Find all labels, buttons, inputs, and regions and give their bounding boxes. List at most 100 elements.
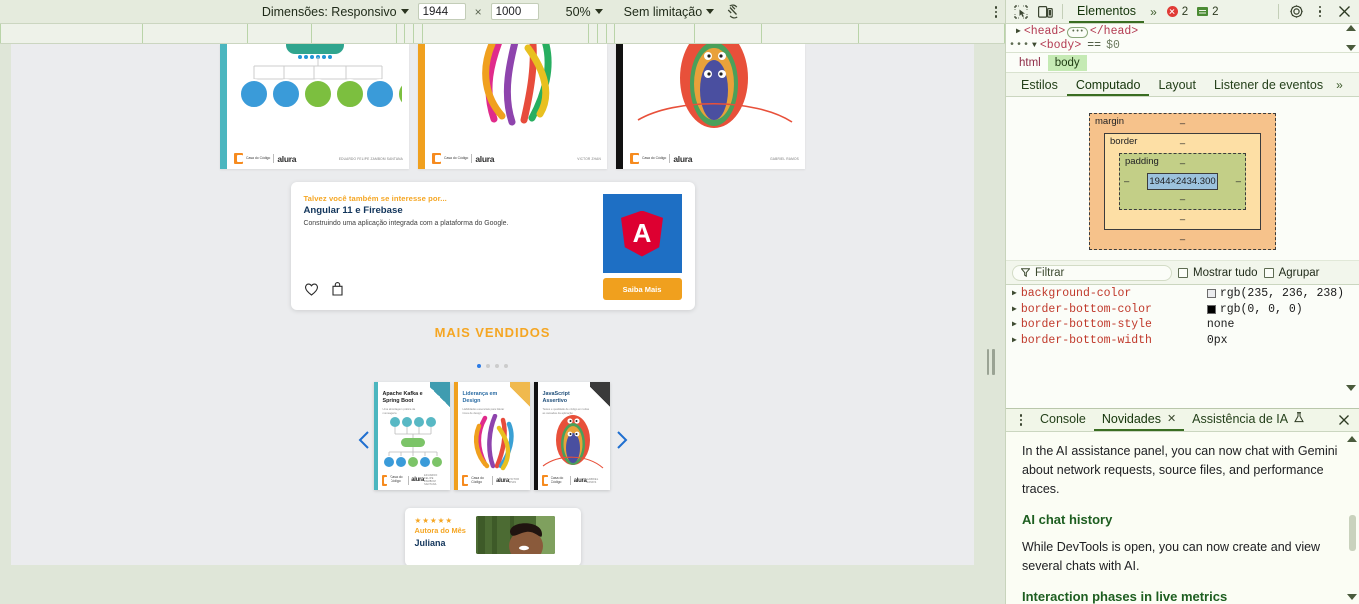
- drawer-scrollbar-thumb[interactable]: [1349, 514, 1356, 551]
- zoom-select[interactable]: 50%: [566, 5, 603, 19]
- show-all-checkbox[interactable]: Mostrar tudo: [1178, 267, 1258, 279]
- margin-bottom-value[interactable]: –: [1090, 234, 1275, 245]
- book-cover-large[interactable]: Casa do Código alura EDUARDO FELIPE ZAMB…: [220, 44, 409, 169]
- throttling-label: Sem limitação: [623, 4, 703, 19]
- device-emulation-area: Dimensões: Responsivo × 50% Sem limitaçã…: [0, 0, 1005, 604]
- property-row[interactable]: ▶ border-bottom-color rgb(0, 0, 0): [1006, 302, 1359, 318]
- filter-input[interactable]: Filtrar: [1012, 264, 1172, 281]
- collapsed-children-icon[interactable]: •••: [1067, 26, 1088, 38]
- tab-console[interactable]: Console: [1032, 409, 1094, 431]
- scroll-up-arrow[interactable]: [1346, 25, 1356, 31]
- scroll-up-arrow[interactable]: [1346, 436, 1357, 442]
- dom-node-head[interactable]: ▶ <head> ••• </head>: [1006, 25, 1359, 39]
- error-icon: [1166, 6, 1178, 17]
- author-of-month-card[interactable]: ★★★★★ Autora do Mês Juliana: [404, 508, 581, 565]
- color-swatch[interactable]: [1206, 304, 1216, 314]
- heart-icon[interactable]: [304, 282, 319, 299]
- padding-left-value[interactable]: –: [1120, 176, 1133, 187]
- book-card[interactable]: Liderança em Design Habilidades essencia…: [453, 382, 530, 490]
- viewport-height-input[interactable]: [490, 3, 539, 20]
- expand-triangle-icon[interactable]: ▶: [1012, 317, 1017, 333]
- suggestion-card: Talvez você também se interesse por... A…: [290, 182, 695, 310]
- book-author: EDUARDO FELIPE ZAMBOM SANTANA: [338, 156, 403, 161]
- book-author: EDUARDO FELIPE ZAMBOM SANTANA: [424, 474, 438, 486]
- book-card[interactable]: JavaScript Assertivo Testes e qualidade …: [533, 382, 610, 490]
- breadcrumb-item-body[interactable]: body: [1047, 54, 1087, 71]
- dom-node-body[interactable]: ••• ▼ <body> == $0: [1006, 39, 1359, 52]
- more-tabs-chevron-icon[interactable]: »: [1146, 5, 1159, 19]
- breadcrumb[interactable]: html body: [1006, 53, 1359, 73]
- throttling-select[interactable]: Sem limitação: [624, 5, 715, 19]
- whats-new-content[interactable]: In the AI assistance panel, you can now …: [1006, 432, 1359, 604]
- carousel-prev-arrow[interactable]: [357, 430, 371, 450]
- expand-triangle-icon[interactable]: ▶: [1012, 286, 1017, 302]
- viewport-width-resize-handle[interactable]: [986, 344, 995, 380]
- carousel-dot[interactable]: [504, 364, 508, 368]
- book-cover-large[interactable]: Casa do Código alura VICTOR ZHAN: [418, 44, 607, 169]
- group-checkbox[interactable]: Agrupar: [1263, 267, 1319, 279]
- collapse-triangle-icon[interactable]: ▼: [1032, 39, 1037, 52]
- device-ruler[interactable]: [0, 24, 1005, 44]
- filter-icon: [1020, 266, 1031, 280]
- more-tabs-chevron-icon[interactable]: »: [1332, 78, 1345, 92]
- expand-triangle-icon[interactable]: ▶: [1012, 302, 1017, 318]
- scroll-down-arrow[interactable]: [1346, 594, 1357, 600]
- inspect-element-icon[interactable]: [1010, 1, 1032, 23]
- box-model-margin[interactable]: margin – border – padding – – 1944×2434.…: [1089, 113, 1276, 250]
- carousel-next-arrow[interactable]: [615, 430, 629, 450]
- carousel-dot[interactable]: [495, 364, 499, 368]
- breadcrumb-item-html[interactable]: html: [1012, 55, 1048, 71]
- close-devtools-button[interactable]: [1333, 1, 1355, 23]
- dom-tree[interactable]: ▶ <head> ••• </head> ••• ▼ <body> == $0: [1006, 24, 1359, 53]
- expand-triangle-icon[interactable]: ▶: [1016, 25, 1021, 39]
- scroll-down-arrow[interactable]: [1346, 45, 1356, 51]
- box-model-border[interactable]: border – padding – – 1944×2434.300 – – –: [1104, 133, 1261, 230]
- padding-bottom-value[interactable]: –: [1120, 194, 1245, 205]
- tab-estilos[interactable]: Estilos: [1012, 73, 1067, 96]
- drawer-more-options-button[interactable]: [1010, 409, 1032, 431]
- toggle-device-toolbar-icon[interactable]: [1034, 1, 1056, 23]
- padding-right-value[interactable]: –: [1232, 176, 1245, 187]
- gear-icon[interactable]: [1285, 1, 1307, 23]
- border-bottom-value[interactable]: –: [1105, 214, 1260, 225]
- publisher-logo: Casa do Código alura: [432, 153, 494, 164]
- book-card[interactable]: Apache Kafka e Spring Boot Uma abordagem…: [373, 382, 450, 490]
- tab-computado[interactable]: Computado: [1066, 73, 1150, 96]
- device-toolbar-more-button[interactable]: [994, 0, 997, 24]
- box-model-content-size[interactable]: 1944×2434.300: [1147, 173, 1218, 190]
- whats-new-heading: Interaction phases in live metrics: [1022, 589, 1228, 604]
- book-cover-large[interactable]: Casa do Código alura GABRIEL RAMOS: [616, 44, 805, 169]
- checkbox-icon: [1178, 267, 1188, 278]
- viewport-width-input[interactable]: [417, 3, 466, 20]
- tab-listener-de-eventos[interactable]: Listener de eventos: [1205, 73, 1332, 96]
- top-book-row: Casa do Código alura EDUARDO FELIPE ZAMB…: [11, 44, 974, 169]
- devtools-header: Elementos » 2 2: [1006, 0, 1359, 24]
- close-drawer-button[interactable]: [1333, 409, 1355, 431]
- tab-elements[interactable]: Elementos: [1069, 0, 1145, 23]
- carousel-dot[interactable]: [477, 364, 481, 368]
- tab-assistencia-de-ia[interactable]: Assistência de IA: [1184, 409, 1312, 431]
- device-preset-select[interactable]: Dimensões: Responsivo: [262, 5, 409, 19]
- carousel-dot[interactable]: [486, 364, 490, 368]
- web-page-content: Casa do Código alura EDUARDO FELIPE ZAMB…: [11, 44, 974, 565]
- computed-properties-list[interactable]: ▶ background-color rgb(235, 236, 238) ▶ …: [1006, 285, 1359, 408]
- learn-more-button[interactable]: Saiba Mais: [602, 278, 682, 300]
- property-row[interactable]: ▶ background-color rgb(235, 236, 238): [1006, 286, 1359, 302]
- color-swatch[interactable]: [1206, 289, 1216, 299]
- rotate-dimensions-icon[interactable]: [723, 2, 743, 22]
- scroll-down-arrow[interactable]: [1346, 385, 1356, 404]
- emulated-viewport[interactable]: Casa do Código alura EDUARDO FELIPE ZAMB…: [11, 44, 974, 565]
- tab-layout[interactable]: Layout: [1149, 73, 1205, 96]
- devtools-more-options-button[interactable]: [1309, 1, 1331, 23]
- close-tab-icon[interactable]: ✕: [1167, 408, 1176, 431]
- issue-counters[interactable]: 2 2: [1166, 6, 1219, 18]
- expand-triangle-icon[interactable]: ▶: [1012, 333, 1017, 349]
- shopping-bag-icon[interactable]: [331, 282, 344, 299]
- box-model-padding[interactable]: padding – – 1944×2434.300 – –: [1119, 153, 1246, 210]
- devtools-panel: Elementos » 2 2 ▶ <head> ••• </head> •••…: [1005, 0, 1359, 604]
- carousel-dots[interactable]: [11, 364, 974, 368]
- tab-novidades[interactable]: Novidades ✕: [1093, 408, 1185, 431]
- property-row[interactable]: ▶ border-bottom-style none: [1006, 317, 1359, 333]
- property-row[interactable]: ▶ border-bottom-width 0px: [1006, 333, 1359, 349]
- kafka-diagram-art: [234, 44, 409, 141]
